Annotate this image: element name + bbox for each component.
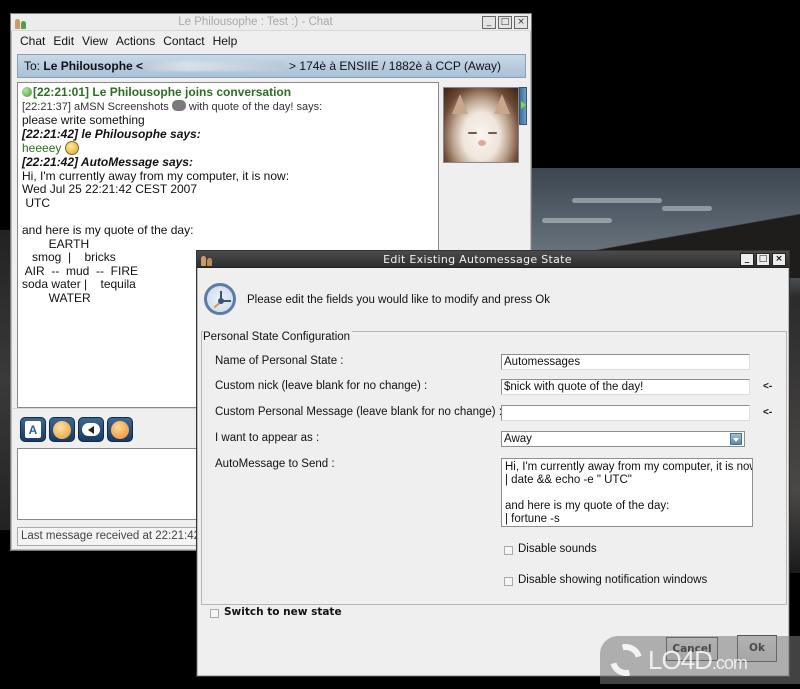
contact-status: > 174è à ENSIIE / 1882è à CCP (Away) bbox=[289, 59, 502, 73]
custom-nick-input[interactable]: $nick with quote of the day! bbox=[501, 379, 750, 395]
amsn-app-icon bbox=[15, 16, 29, 29]
message-body: heeeey bbox=[22, 141, 434, 156]
msn-buddy-icon bbox=[171, 99, 186, 111]
toggle-picture-arrow-icon[interactable] bbox=[519, 87, 527, 125]
chat-window-title: Le Philousophe : Test :) - Chat bbox=[178, 16, 333, 28]
menu-contact[interactable]: Contact bbox=[159, 34, 208, 48]
menu-help[interactable]: Help bbox=[209, 34, 242, 48]
menu-chat[interactable]: Chat bbox=[16, 34, 49, 48]
disable-notifications-label[interactable]: Disable showing notification windows bbox=[518, 574, 707, 586]
close-button[interactable]: × bbox=[772, 252, 786, 266]
font-button[interactable]: A bbox=[20, 417, 46, 442]
close-button[interactable]: × bbox=[514, 15, 528, 29]
switch-state-label[interactable]: Switch to new state bbox=[224, 606, 342, 618]
to-prefix: To: bbox=[24, 59, 41, 73]
message-header: [22:21:42] AutoMessage says: bbox=[22, 154, 193, 169]
automessage-line bbox=[22, 210, 434, 224]
redacted-email bbox=[145, 61, 286, 71]
state-name-input[interactable]: Automessages bbox=[501, 354, 750, 370]
automessage-line: UTC bbox=[22, 195, 50, 210]
watermark-suffix: .com bbox=[711, 652, 748, 673]
watermark: LO4D.com bbox=[600, 636, 800, 684]
amsn-app-icon bbox=[201, 253, 215, 266]
custom-psm-input[interactable] bbox=[501, 405, 750, 421]
disable-notifications-checkbox[interactable] bbox=[504, 577, 513, 586]
dialog-instructions: Please edit the fields you would like to… bbox=[247, 294, 550, 306]
disable-sounds-label[interactable]: Disable sounds bbox=[518, 543, 597, 555]
automessage-line: and here is my quote of the day: bbox=[22, 222, 194, 237]
switch-state-checkbox[interactable] bbox=[210, 609, 219, 618]
minimize-button[interactable]: _ bbox=[740, 252, 754, 266]
desktop-wallpaper-strip bbox=[0, 230, 10, 530]
wink-icon bbox=[111, 420, 129, 439]
maximize-button[interactable]: □ bbox=[756, 252, 770, 266]
edit-automessage-dialog: Edit Existing Automessage State _ □ × Pl… bbox=[196, 250, 790, 677]
maximize-button[interactable]: □ bbox=[498, 15, 512, 29]
dialog-title: Edit Existing Automessage State bbox=[383, 252, 572, 266]
group-title: Personal State Configuration bbox=[203, 331, 353, 343]
join-message: [22:21:01] Le Philousophe joins conversa… bbox=[22, 85, 434, 100]
contact-display-picture[interactable] bbox=[443, 87, 519, 163]
lo4d-logo-icon bbox=[604, 638, 648, 682]
chat-toolbar: A bbox=[20, 417, 133, 442]
automessage-textarea[interactable]: Hi, I'm currently away from my computer,… bbox=[501, 458, 753, 527]
minimize-button[interactable]: _ bbox=[482, 15, 496, 29]
menu-edit[interactable]: Edit bbox=[49, 34, 78, 48]
watermark-brand: LO4D bbox=[648, 644, 713, 675]
online-status-icon bbox=[22, 87, 32, 97]
appear-as-value: Away bbox=[504, 433, 532, 445]
clock-icon bbox=[204, 283, 236, 315]
state-name-label: Name of Personal State : bbox=[215, 355, 344, 367]
dialog-titlebar[interactable]: Edit Existing Automessage State _ □ × bbox=[197, 251, 789, 268]
menu-view[interactable]: View bbox=[78, 34, 112, 48]
message-body: please write something bbox=[22, 113, 145, 128]
appear-as-label: I want to appear as : bbox=[215, 432, 320, 444]
custom-psm-label: Custom Personal Message (leave blank for… bbox=[215, 406, 503, 418]
custom-nick-label: Custom nick (leave blank for no change) … bbox=[215, 380, 428, 392]
contact-name: Le Philousophe < bbox=[43, 59, 144, 73]
smileys-button[interactable] bbox=[49, 417, 75, 442]
appear-as-select[interactable]: Away bbox=[501, 431, 745, 447]
voice-clip-button[interactable] bbox=[78, 417, 104, 442]
message-header: [22:21:42] le Philousophe says: bbox=[22, 126, 201, 141]
menu-actions[interactable]: Actions bbox=[112, 34, 159, 48]
automessage-line: Wed Jul 25 22:21:42 CEST 2007 bbox=[22, 182, 198, 197]
menu-bar: Chat Edit View Actions Contact Help bbox=[11, 31, 531, 51]
chevron-down-icon[interactable] bbox=[730, 433, 742, 445]
chat-titlebar[interactable]: Le Philousophe : Test :) - Chat _ □ × bbox=[11, 14, 531, 31]
disable-sounds-checkbox[interactable] bbox=[504, 546, 513, 555]
nick-marker: <- bbox=[763, 381, 773, 392]
recipient-bar: To: Le Philousophe < > 174è à ENSIIE / 1… bbox=[17, 54, 526, 78]
wink-button[interactable] bbox=[107, 417, 133, 442]
automessage-label: AutoMessage to Send : bbox=[215, 458, 335, 470]
message-header: [22:21:37] aMSN Screenshots with quote o… bbox=[22, 99, 323, 113]
smiley-icon bbox=[53, 420, 71, 439]
automessage-line: Hi, I'm currently away from my computer,… bbox=[22, 168, 290, 183]
voice-clip-icon bbox=[82, 423, 100, 436]
smiley-emoticon-icon bbox=[64, 141, 79, 156]
font-icon: A bbox=[25, 421, 41, 438]
psm-marker: <- bbox=[763, 407, 773, 418]
